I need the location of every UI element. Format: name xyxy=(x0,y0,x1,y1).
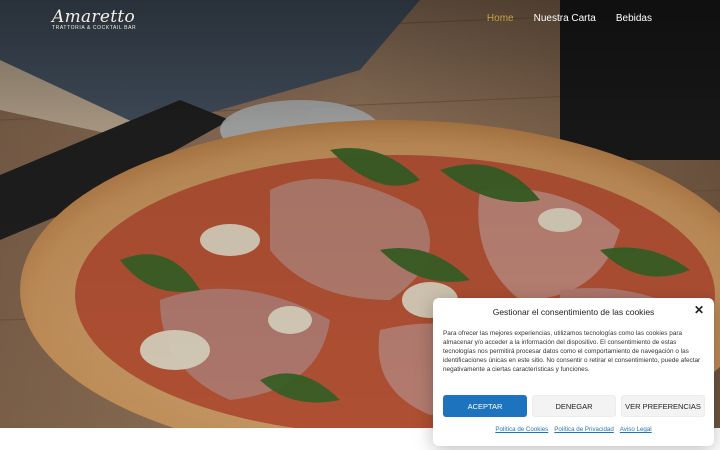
close-icon[interactable]: ✕ xyxy=(693,304,705,316)
nav-item-home[interactable]: Home xyxy=(487,13,514,24)
view-preferences-button[interactable]: VER PREFERENCIAS xyxy=(621,395,705,417)
main-nav: Home Nuestra Carta Bebidas xyxy=(487,13,652,24)
site-logo[interactable]: Amaretto TRATTORIA & COCKTAIL BAR xyxy=(52,7,137,34)
logo-subtitle: TRATTORIA & COCKTAIL BAR xyxy=(52,25,137,31)
deny-button[interactable]: DENEGAR xyxy=(532,395,616,417)
legal-notice-link[interactable]: Aviso Legal xyxy=(620,426,652,433)
cookie-policy-links: Política de Cookies Política de Privacid… xyxy=(433,426,714,433)
cookie-dialog-title: Gestionar el consentimiento de las cooki… xyxy=(492,307,655,317)
logo-script-text: Amaretto xyxy=(52,7,136,27)
cookie-button-row: ACEPTAR DENEGAR VER PREFERENCIAS xyxy=(443,395,705,417)
cookie-consent-dialog: Gestionar el consentimiento de las cooki… xyxy=(433,298,714,446)
cookie-policy-link[interactable]: Política de Cookies xyxy=(495,426,548,433)
privacy-policy-link[interactable]: Política de Privacidad xyxy=(554,426,614,433)
nav-item-bebidas[interactable]: Bebidas xyxy=(616,13,652,24)
accept-button[interactable]: ACEPTAR xyxy=(443,395,527,417)
nav-item-nuestra-carta[interactable]: Nuestra Carta xyxy=(534,13,596,24)
cookie-dialog-body: Para ofrecer las mejores experiencias, u… xyxy=(443,330,701,374)
